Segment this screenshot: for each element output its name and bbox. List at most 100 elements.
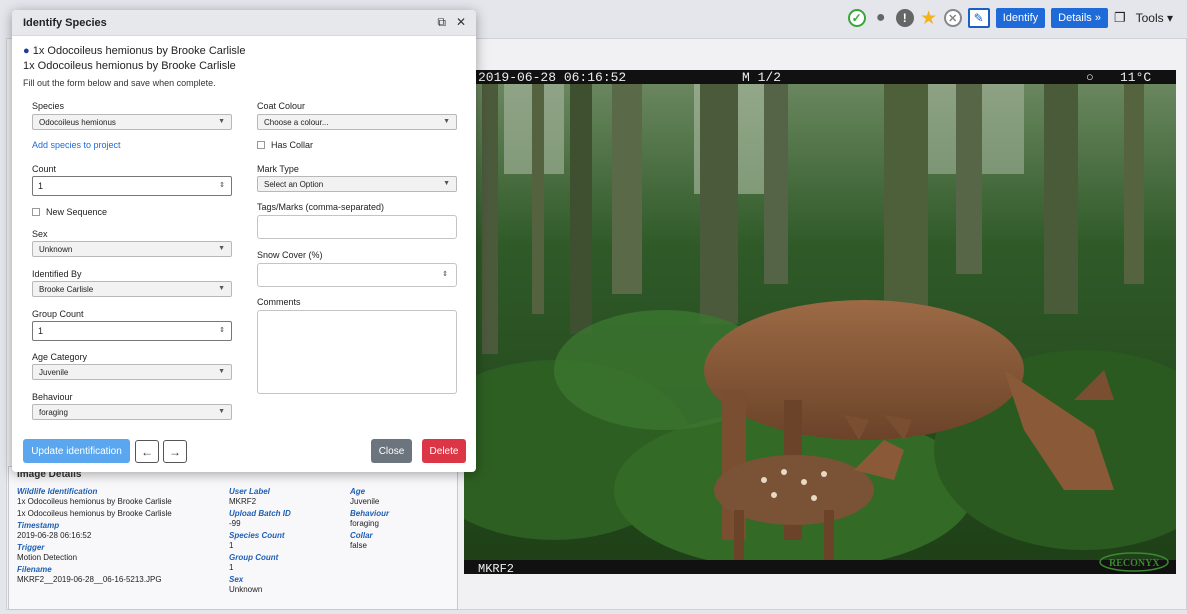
identified-by-select[interactable]: Brooke Carlisle ▼ — [32, 281, 232, 297]
details-key: Wildlife Identification — [17, 487, 98, 496]
details-value: Unknown — [229, 585, 263, 594]
close-button[interactable]: Close — [371, 439, 412, 463]
summary-line: 1x Odocoileus hemionus by Brooke Carlisl… — [23, 60, 236, 72]
details-key: User Label — [229, 487, 270, 496]
details-value: 1 — [229, 541, 234, 550]
camera-temp-icon: ○ — [1086, 70, 1094, 85]
species-label: Species — [32, 101, 65, 111]
mark-type-value: Select an Option — [264, 180, 324, 189]
behaviour-label: Behaviour — [32, 392, 73, 402]
has-collar-checkbox[interactable]: Has Collar — [257, 140, 313, 150]
image-details-panel: Image Details Wildlife Identification 1x… — [8, 466, 458, 610]
chevron-down-icon: ▼ — [218, 118, 225, 125]
species-select[interactable]: Odocoileus hemionus ▼ — [32, 114, 232, 130]
chevron-down-icon: ▼ — [443, 180, 450, 187]
previous-button[interactable]: ← — [135, 440, 159, 463]
chevron-down-icon: ▼ — [443, 118, 450, 125]
details-value: MKRF2 — [229, 497, 257, 506]
instructions: Fill out the form below and save when co… — [23, 78, 216, 88]
x-circle-icon[interactable]: ✕ — [943, 9, 962, 27]
details-key: Species Count — [229, 531, 285, 540]
coat-colour-value: Choose a colour... — [264, 118, 329, 127]
camera-image: 2019-06-28 06:16:52 M 1/2 ○ 11°C MKRF2 R… — [464, 70, 1176, 574]
chevron-down-icon: ▼ — [218, 408, 225, 415]
details-value: -99 — [229, 519, 241, 528]
details-value: 1x Odocoileus hemionus by Brooke Carlisl… — [17, 509, 172, 518]
details-key: Upload Batch ID — [229, 509, 291, 518]
group-count-input[interactable]: 1 ⇕ — [32, 321, 232, 341]
next-button[interactable]: → — [163, 440, 187, 463]
tools-menu[interactable]: Tools ▾ — [1136, 11, 1173, 25]
identify-button[interactable]: Identify — [995, 8, 1046, 28]
identify-species-modal: Identify Species ⧉ ✕ ● 1x Odocoileus hem… — [12, 10, 476, 472]
snow-cover-input[interactable]: ⇕ — [257, 263, 457, 287]
stepper-icon[interactable]: ⇕ — [442, 270, 448, 278]
has-collar-label: Has Collar — [271, 140, 314, 150]
species-value: Odocoileus hemionus — [39, 118, 116, 127]
chevron-down-icon: ▼ — [218, 368, 225, 375]
details-key: Age — [350, 487, 366, 496]
checkbox-icon[interactable] — [257, 141, 265, 149]
age-category-label: Age Category — [32, 352, 88, 362]
group-count-label: Group Count — [32, 309, 84, 319]
details-key: Group Count — [229, 553, 279, 562]
snow-cover-label: Snow Cover (%) — [257, 250, 323, 260]
details-col1: Wildlife Identification 1x Odocoileus he… — [17, 486, 172, 586]
chevron-down-icon: ▼ — [218, 245, 225, 252]
details-key: Timestamp — [17, 521, 60, 530]
comments-label: Comments — [257, 297, 301, 307]
sex-select[interactable]: Unknown ▼ — [32, 241, 232, 257]
mark-type-select[interactable]: Select an Option ▼ — [257, 176, 457, 192]
camera-timestamp: 2019-06-28 06:16:52 — [478, 70, 626, 85]
coat-colour-select[interactable]: Choose a colour... ▼ — [257, 114, 457, 130]
stepper-icon[interactable]: ⇕ — [219, 326, 225, 334]
age-category-select[interactable]: Juvenile ▼ — [32, 364, 232, 380]
tags-marks-input[interactable] — [257, 215, 457, 239]
mark-type-label: Mark Type — [257, 164, 299, 174]
exclamation-icon[interactable]: ! — [895, 9, 914, 27]
behaviour-select[interactable]: foraging ▼ — [32, 404, 232, 420]
copy-icon[interactable]: ❐ — [1114, 10, 1126, 26]
tags-marks-label: Tags/Marks (comma-separated) — [257, 202, 385, 212]
details-value: MKRF2__2019-06-28__06-16-5213.JPG — [17, 575, 162, 584]
bullet-icon: ● — [23, 45, 30, 57]
identified-by-label: Identified By — [32, 269, 82, 279]
update-identification-button[interactable]: Update identification — [23, 439, 130, 463]
details-value: 1x Odocoileus hemionus by Brooke Carlisl… — [17, 497, 172, 506]
details-key: Sex — [229, 575, 244, 584]
close-icon[interactable]: ✕ — [456, 15, 466, 30]
details-key: Collar — [350, 531, 373, 540]
maximize-icon[interactable]: ⧉ — [437, 15, 446, 30]
edit-icon[interactable]: ✎ — [967, 8, 990, 28]
check-circle-icon[interactable]: ✓ — [847, 9, 866, 27]
checkbox-icon[interactable] — [32, 208, 40, 216]
comments-textarea[interactable] — [257, 310, 457, 394]
modal-header-icons: ⧉ ✕ — [437, 15, 466, 30]
coat-colour-label: Coat Colour — [257, 101, 306, 111]
count-input[interactable]: 1 ⇕ — [32, 176, 232, 196]
group-count-value: 1 — [38, 326, 44, 336]
camera-frame: M 1/2 — [742, 70, 781, 85]
stepper-icon[interactable]: ⇕ — [219, 181, 225, 189]
age-category-value: Juvenile — [39, 368, 69, 377]
camera-location: MKRF2 — [478, 562, 514, 574]
add-species-link[interactable]: Add species to project — [32, 140, 121, 150]
summary-bullet: 1x Odocoileus hemionus by Brooke Carlisl… — [32, 45, 246, 57]
camera-brand-logo: RECONYX — [1109, 558, 1160, 569]
new-sequence-label: New Sequence — [46, 207, 108, 217]
sex-label: Sex — [32, 229, 48, 239]
user-icon[interactable]: ● — [872, 9, 890, 27]
delete-button[interactable]: Delete — [422, 439, 466, 463]
count-value: 1 — [38, 181, 44, 191]
new-sequence-checkbox[interactable]: New Sequence — [32, 207, 107, 217]
star-icon[interactable]: ★ — [920, 8, 938, 29]
behaviour-value: foraging — [39, 408, 68, 417]
sex-value: Unknown — [39, 245, 73, 254]
details-value: 2019-06-28 06:16:52 — [17, 531, 92, 540]
details-button[interactable]: Details » — [1051, 8, 1108, 28]
modal-header: Identify Species ⧉ ✕ — [12, 10, 476, 36]
toolbar-icons: ✓ ● ! ★ ✕ ✎ Identify Details » ❐ Tools ▾ — [847, 6, 1187, 30]
details-value: foraging — [350, 519, 379, 528]
details-key: Trigger — [17, 543, 45, 552]
details-col3: Age Juvenile Behaviour foraging Collar f… — [350, 486, 389, 552]
